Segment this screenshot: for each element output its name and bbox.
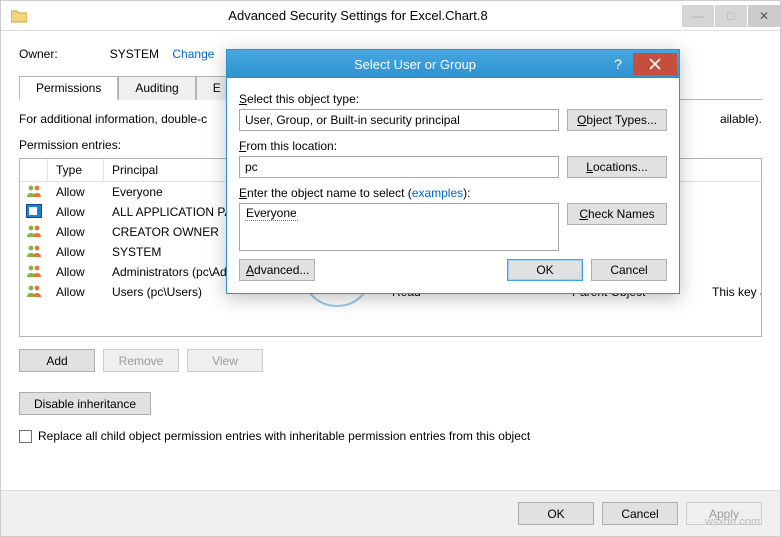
remove-button: Remove bbox=[103, 349, 179, 372]
select-user-dialog: Select User or Group ? Select this objec… bbox=[226, 49, 680, 294]
tab-permissions[interactable]: Permissions bbox=[19, 76, 118, 100]
cancel-button[interactable]: Cancel bbox=[602, 502, 678, 525]
owner-value: SYSTEM Change bbox=[110, 47, 215, 61]
ok-button[interactable]: OK bbox=[518, 502, 594, 525]
col-type[interactable]: Type bbox=[48, 159, 104, 181]
people-icon bbox=[26, 224, 42, 238]
window-controls: — □ ✕ bbox=[681, 5, 780, 27]
close-button[interactable]: ✕ bbox=[748, 5, 780, 27]
dialog-title: Select User or Group bbox=[227, 57, 603, 72]
minimize-button[interactable]: — bbox=[682, 5, 714, 27]
object-name-input[interactable]: Everyone bbox=[239, 203, 559, 251]
disable-inheritance-button[interactable]: Disable inheritance bbox=[19, 392, 151, 415]
object-type-input bbox=[239, 109, 559, 131]
locations-button[interactable]: Locations... bbox=[567, 156, 667, 178]
change-owner-link[interactable]: Change bbox=[172, 47, 214, 61]
add-button[interactable]: Add bbox=[19, 349, 95, 372]
window-title: Advanced Security Settings for Excel.Cha… bbox=[35, 8, 681, 23]
people-icon bbox=[26, 184, 42, 198]
advanced-button[interactable]: Advanced... bbox=[239, 259, 315, 281]
main-titlebar: Advanced Security Settings for Excel.Cha… bbox=[1, 1, 780, 31]
dialog-ok-button[interactable]: OK bbox=[507, 259, 583, 281]
location-label: From this location: bbox=[239, 139, 667, 153]
dialog-cancel-button[interactable]: Cancel bbox=[591, 259, 667, 281]
people-icon bbox=[26, 284, 42, 298]
package-icon bbox=[26, 204, 42, 218]
close-icon bbox=[649, 58, 661, 70]
replace-children-row[interactable]: Replace all child object permission entr… bbox=[19, 429, 762, 443]
apply-button: Apply bbox=[686, 502, 762, 525]
folder-icon bbox=[11, 9, 27, 23]
object-types-button[interactable]: Object Types... bbox=[567, 109, 667, 131]
bottom-bar: OK Cancel Apply bbox=[1, 490, 780, 536]
dialog-close-button[interactable] bbox=[633, 53, 677, 75]
replace-children-checkbox[interactable] bbox=[19, 430, 32, 443]
view-button: View bbox=[187, 349, 263, 372]
check-names-button[interactable]: Check Names bbox=[567, 203, 667, 225]
replace-children-label: Replace all child object permission entr… bbox=[38, 429, 530, 443]
maximize-button[interactable]: □ bbox=[715, 5, 747, 27]
object-name-label: Enter the object name to select (example… bbox=[239, 186, 667, 200]
examples-link[interactable]: examples bbox=[412, 186, 463, 200]
object-type-label: Select this object type: bbox=[239, 92, 667, 106]
dialog-help-button[interactable]: ? bbox=[603, 56, 633, 72]
dialog-titlebar: Select User or Group ? bbox=[227, 50, 679, 78]
tab-auditing[interactable]: Auditing bbox=[118, 76, 195, 100]
people-icon bbox=[26, 264, 42, 278]
owner-label: Owner: bbox=[19, 47, 58, 61]
location-input bbox=[239, 156, 559, 178]
people-icon bbox=[26, 244, 42, 258]
entry-buttons: Add Remove View bbox=[19, 349, 762, 372]
